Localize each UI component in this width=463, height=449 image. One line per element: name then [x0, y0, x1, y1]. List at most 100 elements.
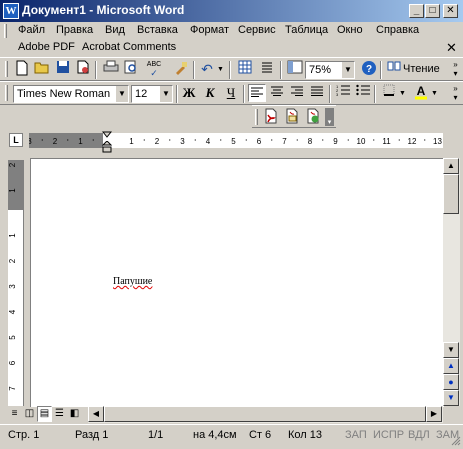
maximize-button[interactable]: □ [425, 4, 440, 18]
menu-adobe-pdf[interactable]: Adobe PDF [18, 41, 75, 53]
table-icon[interactable] [236, 60, 254, 78]
ruler-tick-label: 3 [8, 284, 17, 289]
bullets-icon[interactable] [354, 84, 372, 102]
print-icon[interactable] [102, 60, 120, 78]
reading-layout-icon[interactable]: ◧ [67, 406, 82, 422]
status-position[interactable]: на 4,4см [193, 429, 237, 441]
new-document-icon[interactable] [13, 60, 31, 78]
status-line[interactable]: Ст 6 [249, 429, 271, 441]
horizontal-scrollbar[interactable]: ◀ ▶ [88, 406, 443, 423]
status-column[interactable]: Кол 13 [288, 429, 322, 441]
toolbar-grip[interactable] [255, 109, 258, 125]
acrobat-toolbar-options-icon[interactable]: ▾ [325, 108, 334, 126]
menu-table[interactable]: Таблица [285, 24, 328, 36]
ruler-tick-label: 5 [8, 335, 17, 340]
window-title: Документ1 - Microsoft Word [22, 3, 185, 17]
first-line-indent-marker[interactable] [101, 131, 113, 141]
word-app-icon[interactable]: W [3, 3, 19, 19]
vertical-scrollbar[interactable]: ▲ ▼ ▲ ● ▼ [443, 158, 460, 406]
font-name-combo[interactable]: Times New Roman ▼ [13, 85, 129, 103]
align-right-button[interactable] [288, 84, 306, 102]
font-color-dropdown-icon[interactable]: ▼ [431, 90, 438, 97]
close-button[interactable]: ✕ [443, 4, 458, 18]
horizontal-scroll-thumb[interactable] [104, 406, 426, 422]
menu-acrobat-comments[interactable]: Acrobat Comments [82, 41, 176, 53]
font-color-icon[interactable]: A [412, 84, 430, 102]
underline-button[interactable]: Ч [222, 84, 240, 102]
next-page-icon[interactable]: ▼ [443, 390, 459, 406]
scroll-up-button[interactable]: ▲ [443, 158, 459, 174]
justify-button[interactable] [308, 84, 326, 102]
select-browse-object-icon[interactable]: ● [443, 374, 459, 390]
scroll-down-button[interactable]: ▼ [443, 342, 459, 358]
vertical-ruler[interactable]: 2 1 1 2 3 4 5 6 7 [8, 160, 24, 406]
tab-selector[interactable]: L [9, 133, 23, 147]
print-layout-icon[interactable]: ▤ [37, 406, 52, 422]
document-area[interactable]: Папушие [30, 158, 444, 407]
toolbar-grip[interactable] [5, 85, 8, 101]
ruler-tick-mark [322, 139, 324, 141]
menubar-grip[interactable] [4, 24, 7, 38]
save-icon[interactable] [54, 60, 72, 78]
previous-page-icon[interactable]: ▲ [443, 358, 459, 374]
scroll-right-button[interactable]: ▶ [426, 406, 442, 422]
zoom-dropdown-icon[interactable]: ▼ [342, 62, 354, 78]
status-record-macro[interactable]: ЗАП [345, 429, 367, 441]
convert-and-review-icon[interactable] [304, 108, 322, 126]
spelling-icon[interactable]: ABC ✓ [145, 60, 163, 78]
minimize-button[interactable]: _ [409, 4, 424, 18]
toolbar-options-icon[interactable]: » ▾ [450, 60, 461, 78]
align-center-button[interactable] [268, 84, 286, 102]
undo-dropdown-icon[interactable]: ▼ [217, 66, 224, 73]
borders-icon[interactable] [380, 84, 398, 102]
font-size-combo[interactable]: 12 ▼ [131, 85, 173, 103]
normal-view-icon[interactable]: ≡ [7, 406, 22, 422]
document-map-icon[interactable] [286, 60, 304, 78]
menu-edit[interactable]: Правка [56, 24, 93, 36]
read-label[interactable]: Чтение [403, 63, 440, 75]
status-track-changes[interactable]: ИСПР [373, 429, 404, 441]
toolbar-options-icon[interactable]: » ▾ [450, 84, 461, 102]
toolbar-separator [280, 61, 282, 79]
status-pages[interactable]: 1/1 [148, 429, 163, 441]
help-icon[interactable]: ? [360, 60, 378, 78]
vertical-scroll-thumb[interactable] [443, 174, 459, 214]
undo-icon[interactable]: ↶ [198, 60, 216, 78]
open-folder-icon[interactable] [33, 60, 51, 78]
convert-to-pdf-icon[interactable] [262, 108, 280, 126]
close-document-icon[interactable]: ✕ [446, 40, 457, 56]
columns-icon[interactable] [258, 60, 276, 78]
menu-format[interactable]: Формат [190, 24, 229, 36]
status-extend-selection[interactable]: ВДЛ [408, 429, 430, 441]
menu-insert[interactable]: Вставка [137, 24, 178, 36]
align-left-button[interactable] [248, 84, 266, 102]
scroll-left-button[interactable]: ◀ [88, 406, 104, 422]
left-indent-marker[interactable] [101, 140, 113, 153]
status-page[interactable]: Стр. 1 [8, 429, 39, 441]
menu-file[interactable]: Файл [18, 24, 45, 36]
menu-help[interactable]: Справка [376, 24, 419, 36]
menu-tools[interactable]: Сервис [238, 24, 276, 36]
zoom-combo[interactable]: 75% ▼ [305, 61, 355, 79]
horizontal-ruler[interactable]: 3 2 1 1 2 3 4 5 6 7 8 9 10 11 12 13 [29, 133, 443, 148]
italic-button[interactable]: К [201, 84, 219, 102]
resize-grip[interactable] [450, 435, 461, 446]
web-layout-icon[interactable]: ◫ [22, 406, 37, 422]
permission-icon[interactable] [74, 60, 92, 78]
toolbar-grip[interactable] [5, 61, 8, 77]
borders-dropdown-icon[interactable]: ▼ [399, 90, 406, 97]
ruler-tick-mark [398, 139, 400, 141]
bold-button[interactable]: Ж [180, 84, 198, 102]
format-painter-icon[interactable] [172, 60, 190, 78]
outline-view-icon[interactable]: ☰ [52, 406, 67, 422]
font-dropdown-icon[interactable]: ▼ [116, 86, 128, 102]
numbering-icon[interactable]: 123 [334, 84, 352, 102]
menu-view[interactable]: Вид [105, 24, 125, 36]
menu-window[interactable]: Окно [337, 24, 363, 36]
read-icon[interactable] [385, 60, 403, 78]
size-dropdown-icon[interactable]: ▼ [160, 86, 172, 102]
document-text[interactable]: Папушие [113, 276, 152, 287]
print-preview-icon[interactable] [122, 60, 140, 78]
status-section[interactable]: Разд 1 [75, 429, 108, 441]
convert-and-email-icon[interactable] [283, 108, 301, 126]
